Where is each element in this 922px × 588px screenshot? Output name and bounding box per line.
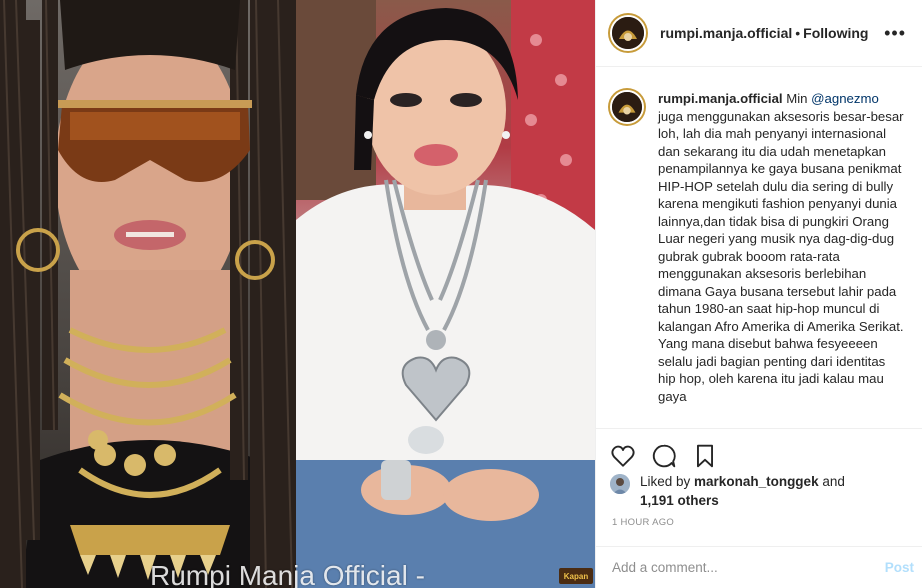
image-panel-right: Kapan (296, 0, 595, 588)
comment-input[interactable] (612, 560, 862, 575)
caption-mention-link[interactable]: @agnezmo (811, 91, 879, 106)
likes-and: and (818, 474, 845, 489)
likes-count-link[interactable]: 1,191 others (640, 493, 719, 508)
caption-username[interactable]: rumpi.manja.official (658, 91, 783, 106)
profile-avatar[interactable] (610, 15, 646, 51)
header-text: rumpi.manja.official • Following (660, 25, 868, 41)
portrait-braids-illustration (0, 0, 296, 588)
liked-by-username[interactable]: markonah_tonggek (694, 474, 819, 489)
post-header: rumpi.manja.official • Following ••• (596, 0, 922, 67)
image-panel-left (0, 0, 296, 588)
header-separator: • (795, 25, 801, 41)
post-caption: rumpi.manja.official Min @agnezmo juga m… (658, 90, 906, 428)
add-comment-bar: Post (596, 546, 922, 588)
comments-area: rumpi.manja.official Min @agnezmo juga m… (596, 68, 922, 428)
post-comment-button[interactable]: Post (885, 560, 914, 575)
likes-prefix: Liked by (640, 474, 695, 489)
liker-avatar[interactable] (610, 474, 630, 494)
caption-prefix: Min (786, 91, 812, 106)
action-bar (596, 428, 922, 472)
caption-avatar-image (612, 92, 642, 122)
bookmark-icon[interactable] (692, 443, 718, 469)
profile-avatar-image (612, 17, 644, 49)
header-username[interactable]: rumpi.manja.official (660, 25, 792, 41)
comment-icon[interactable] (651, 443, 677, 469)
likes-summary: Liked by markonah_tonggek and 1,191 othe… (610, 472, 910, 510)
heart-icon[interactable] (610, 443, 636, 469)
following-button[interactable]: Following (803, 25, 868, 41)
liker-avatar-image (610, 474, 630, 494)
caption-text: juga menggunakan aksesoris besar-besar l… (658, 108, 904, 404)
post-image[interactable]: Kapan Rumpi Manja Official - (0, 0, 595, 588)
caption-avatar[interactable] (610, 90, 644, 124)
more-options-icon[interactable]: ••• (884, 24, 906, 42)
post-side-panel: rumpi.manja.official • Following ••• rumpi… (595, 0, 922, 588)
corner-logo-badge: Kapan (559, 568, 593, 584)
post-timestamp[interactable]: 1 HOUR AGO (612, 517, 674, 528)
image-watermark: Rumpi Manja Official - (150, 560, 425, 588)
likes-text: Liked by markonah_tonggek and 1,191 othe… (640, 472, 845, 510)
portrait-white-top-illustration (296, 0, 595, 588)
